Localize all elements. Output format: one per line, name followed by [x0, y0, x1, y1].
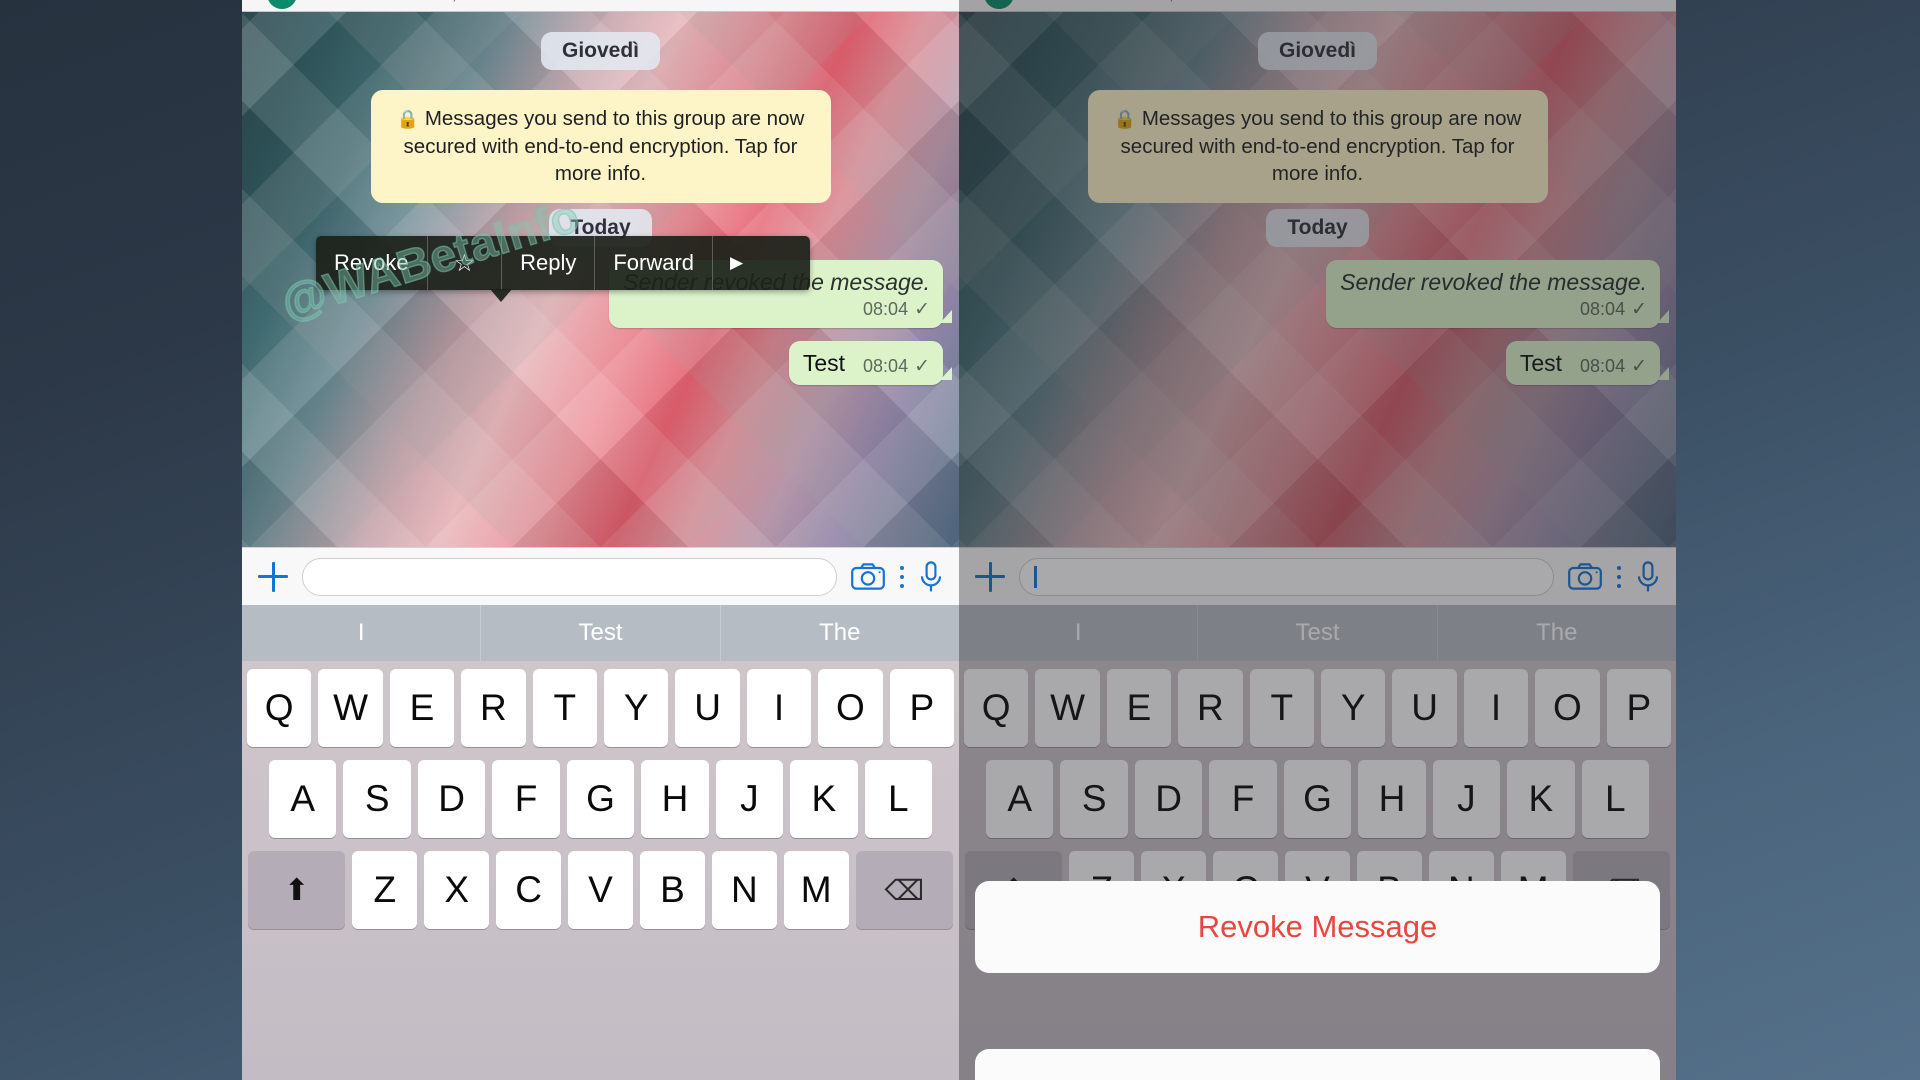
- context-menu-item-revoke[interactable]: Revoke: [316, 236, 428, 290]
- key-w[interactable]: W: [318, 669, 383, 747]
- key-m[interactable]: M: [783, 851, 849, 929]
- plus-icon[interactable]: [258, 561, 288, 592]
- key-o[interactable]: O: [818, 669, 883, 747]
- context-menu-more-icon[interactable]: ▶: [713, 236, 760, 290]
- key-k[interactable]: K: [790, 760, 858, 838]
- backspace-key-icon[interactable]: ⌫: [855, 851, 954, 929]
- chat-scroll-area[interactable]: Giovedì 🔒 Messages you send to this grou…: [242, 12, 959, 547]
- keyboard-row-3: ⬆ Z X C V B N M ⌫: [247, 851, 954, 929]
- message-context-menu[interactable]: Revoke ☆ Reply Forward ▶: [316, 236, 810, 290]
- key-x[interactable]: X: [424, 851, 490, 929]
- action-sheet-secondary[interactable]: [975, 1049, 1660, 1080]
- predictive-text-bar: I Test The: [242, 605, 959, 661]
- message-bubble-test[interactable]: Test 08:04 ✓: [788, 340, 953, 386]
- message-text: Test: [802, 349, 846, 376]
- key-u[interactable]: U: [675, 669, 740, 747]
- key-c[interactable]: C: [496, 851, 562, 929]
- message-input-bar: [242, 547, 959, 605]
- message-time: 08:04: [863, 356, 909, 377]
- context-menu-item-reply[interactable]: Reply: [502, 236, 596, 290]
- suggestion-1[interactable]: Test: [480, 605, 719, 661]
- delivery-check-icon: ✓: [914, 298, 930, 320]
- key-d[interactable]: D: [417, 760, 486, 838]
- key-j[interactable]: J: [715, 760, 784, 838]
- encryption-notice[interactable]: 🔒 Messages you send to this group are no…: [370, 90, 831, 204]
- key-r[interactable]: R: [461, 669, 526, 747]
- back-icon[interactable]: ‹: [254, 0, 261, 7]
- microphone-icon[interactable]: [919, 560, 943, 593]
- key-s[interactable]: S: [343, 760, 411, 838]
- key-v[interactable]: V: [568, 851, 633, 929]
- key-l[interactable]: L: [864, 760, 932, 838]
- suggestion-2[interactable]: The: [719, 605, 959, 661]
- suggestion-0[interactable]: I: [242, 605, 480, 661]
- message-input-field[interactable]: [302, 557, 837, 596]
- chat-header: ‹ WABetaInfo Test, You: [242, 0, 959, 12]
- key-f[interactable]: F: [492, 760, 560, 838]
- keyboard-row-1: Q W E R T Y U I O P: [246, 669, 955, 747]
- key-t[interactable]: T: [532, 669, 597, 747]
- phone-screen-right: ‹ WABetaInfo Test, You Giovedì 🔒 Message…: [959, 0, 1676, 1080]
- key-z[interactable]: Z: [352, 851, 418, 929]
- key-b[interactable]: B: [639, 851, 705, 929]
- key-q[interactable]: Q: [246, 669, 312, 747]
- key-e[interactable]: E: [389, 669, 455, 747]
- message-time: 08:04: [863, 298, 909, 319]
- key-p[interactable]: P: [889, 669, 955, 747]
- context-menu-item-forward[interactable]: Forward: [595, 236, 714, 290]
- message-row-test: Test 08:04 ✓: [258, 340, 953, 386]
- key-g[interactable]: G: [566, 760, 635, 838]
- more-vertical-icon[interactable]: [899, 564, 905, 590]
- key-y[interactable]: Y: [604, 669, 669, 747]
- encryption-notice-text: Messages you send to this group are now …: [403, 107, 805, 186]
- keyboard-row-2: A S D F G H J K L: [247, 760, 954, 838]
- shift-key-icon[interactable]: ⬆: [247, 851, 346, 929]
- onscreen-keyboard: Q W E R T Y U I O P A S D F G H J K L: [242, 661, 959, 1080]
- revoke-message-label: Revoke Message: [1197, 909, 1438, 944]
- phone-screen-left: ‹ WABetaInfo Test, You Giovedì 🔒 Message…: [242, 0, 959, 1080]
- key-h[interactable]: H: [641, 760, 709, 838]
- key-n[interactable]: N: [711, 851, 777, 929]
- delivery-check-icon: ✓: [914, 356, 930, 378]
- group-avatar[interactable]: [267, 0, 298, 9]
- screenshot-composite: ‹ WABetaInfo Test, You Giovedì 🔒 Message…: [242, 0, 1676, 1080]
- key-i[interactable]: I: [746, 669, 812, 747]
- lock-icon: 🔒: [396, 109, 420, 129]
- context-menu-item-star-icon[interactable]: ☆: [428, 236, 503, 290]
- day-divider-old: Giovedì: [540, 32, 661, 70]
- context-menu-tail: [490, 289, 512, 302]
- action-sheet-group: Revoke Message: [959, 0, 1676, 1080]
- revoke-message-button[interactable]: Revoke Message: [975, 881, 1660, 973]
- camera-icon[interactable]: [851, 563, 885, 590]
- key-a[interactable]: A: [269, 760, 337, 838]
- chat-title[interactable]: WABetaInfo Test, You: [311, 0, 494, 5]
